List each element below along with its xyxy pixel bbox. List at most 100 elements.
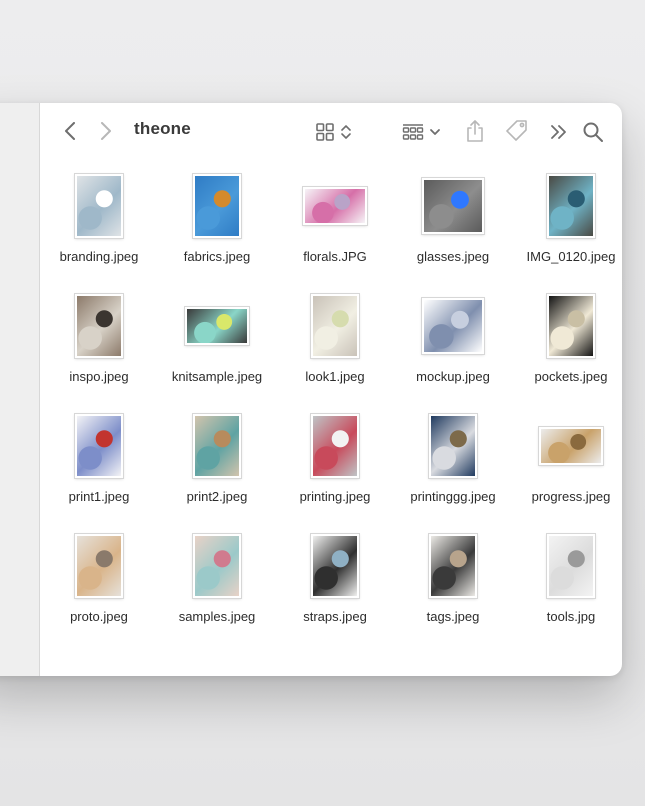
file-item[interactable]: printinggg.jpeg: [394, 409, 512, 529]
file-name-label: IMG_0120.jpeg: [526, 249, 616, 264]
image-thumbnail: [193, 174, 241, 238]
toolbar: theone: [40, 103, 622, 159]
file-item[interactable]: florals.JPG: [276, 169, 394, 289]
file-item[interactable]: progress.jpeg: [512, 409, 622, 529]
image-thumbnail: [429, 414, 477, 478]
file-name-label: mockup.jpeg: [416, 369, 490, 384]
file-thumbnail-container: [40, 289, 158, 363]
file-name-label: florals.JPG: [303, 249, 367, 264]
file-name-label: look1.jpeg: [305, 369, 365, 384]
file-name-label: fabrics.jpeg: [183, 249, 251, 264]
file-name-label: progress.jpeg: [531, 489, 611, 504]
file-thumbnail-container: [512, 169, 622, 243]
double-chevron-right-icon: [551, 125, 566, 139]
thumbnail-preview: [424, 180, 482, 232]
file-item[interactable]: mockup.jpeg: [394, 289, 512, 409]
window-title: theone: [134, 119, 191, 138]
thumbnail-preview: [195, 536, 239, 596]
file-name-label: print2.jpeg: [186, 489, 248, 504]
thumbnail-preview: [313, 416, 357, 476]
file-name-label: straps.jpeg: [303, 609, 367, 624]
share-button[interactable]: [464, 118, 486, 144]
file-thumbnail-container: [394, 529, 512, 603]
thumbnail-preview: [195, 416, 239, 476]
file-icon-grid: branding.jpeg fabrics.jpeg florals.JPG glas…: [40, 169, 622, 649]
thumbnail-preview: [195, 176, 239, 236]
image-thumbnail: [193, 414, 241, 478]
file-item[interactable]: glasses.jpeg: [394, 169, 512, 289]
file-name-label: pockets.jpeg: [534, 369, 608, 384]
file-item[interactable]: branding.jpeg: [40, 169, 158, 289]
image-thumbnail: [547, 534, 595, 598]
file-thumbnail-container: [158, 289, 276, 363]
image-thumbnail: [75, 174, 123, 238]
group-by-icon: [402, 124, 440, 140]
file-item[interactable]: samples.jpeg: [158, 529, 276, 649]
image-thumbnail: [185, 307, 249, 345]
file-item[interactable]: inspo.jpeg: [40, 289, 158, 409]
tag-icon: [506, 120, 527, 141]
file-item[interactable]: fabrics.jpeg: [158, 169, 276, 289]
thumbnail-preview: [313, 296, 357, 356]
forward-button[interactable]: [96, 119, 116, 143]
file-item[interactable]: print1.jpeg: [40, 409, 158, 529]
file-thumbnail-container: [40, 169, 158, 243]
file-item[interactable]: straps.jpeg: [276, 529, 394, 649]
icon-grid-view-icon: [316, 123, 351, 141]
thumbnail-preview: [77, 176, 121, 236]
file-item[interactable]: IMG_0120.jpeg: [512, 169, 622, 289]
thumbnail-preview: [305, 189, 365, 223]
file-item[interactable]: pockets.jpeg: [512, 289, 622, 409]
file-item[interactable]: knitsample.jpeg: [158, 289, 276, 409]
file-thumbnail-container: [158, 409, 276, 483]
image-thumbnail: [75, 414, 123, 478]
tag-button[interactable]: [504, 119, 530, 143]
file-name-label: inspo.jpeg: [69, 369, 129, 384]
file-thumbnail-container: [394, 289, 512, 363]
image-thumbnail: [303, 187, 367, 225]
file-name-label: branding.jpeg: [59, 249, 139, 264]
file-name-label: tags.jpeg: [426, 609, 480, 624]
image-thumbnail: [75, 294, 123, 358]
file-thumbnail-container: [40, 529, 158, 603]
file-thumbnail-container: [158, 169, 276, 243]
file-item[interactable]: tools.jpg: [512, 529, 622, 649]
file-thumbnail-container: [276, 169, 394, 243]
file-thumbnail-container: [158, 529, 276, 603]
file-item[interactable]: print2.jpeg: [158, 409, 276, 529]
thumbnail-preview: [313, 536, 357, 596]
image-thumbnail: [422, 178, 484, 234]
file-thumbnail-container: [512, 529, 622, 603]
search-button[interactable]: [581, 120, 605, 144]
thumbnail-preview: [77, 296, 121, 356]
image-thumbnail: [311, 534, 359, 598]
file-item[interactable]: tags.jpeg: [394, 529, 512, 649]
sidebar[interactable]: [0, 103, 40, 676]
view-mode-button[interactable]: [315, 121, 359, 143]
more-toolbar-button[interactable]: [548, 122, 570, 142]
thumbnail-preview: [77, 416, 121, 476]
image-thumbnail: [422, 298, 484, 354]
back-button[interactable]: [60, 119, 80, 143]
file-thumbnail-container: [512, 289, 622, 363]
thumbnail-preview: [187, 309, 247, 343]
image-thumbnail: [311, 414, 359, 478]
file-name-label: knitsample.jpeg: [171, 369, 263, 384]
image-thumbnail: [429, 534, 477, 598]
file-thumbnail-container: [394, 169, 512, 243]
file-item[interactable]: proto.jpeg: [40, 529, 158, 649]
file-name-label: glasses.jpeg: [416, 249, 490, 264]
file-name-label: tools.jpg: [546, 609, 596, 624]
file-item[interactable]: printing.jpeg: [276, 409, 394, 529]
share-icon: [467, 120, 483, 142]
file-name-label: printing.jpeg: [299, 489, 371, 504]
group-by-button[interactable]: [402, 122, 444, 142]
thumbnail-preview: [541, 429, 601, 463]
thumbnail-preview: [549, 176, 593, 236]
chevron-right-icon: [101, 122, 111, 140]
file-thumbnail-container: [512, 409, 622, 483]
file-item[interactable]: look1.jpeg: [276, 289, 394, 409]
file-name-label: print1.jpeg: [68, 489, 130, 504]
finder-window: theone branding.jpeg fabrics.jpeg floral…: [0, 103, 622, 676]
image-thumbnail: [539, 427, 603, 465]
